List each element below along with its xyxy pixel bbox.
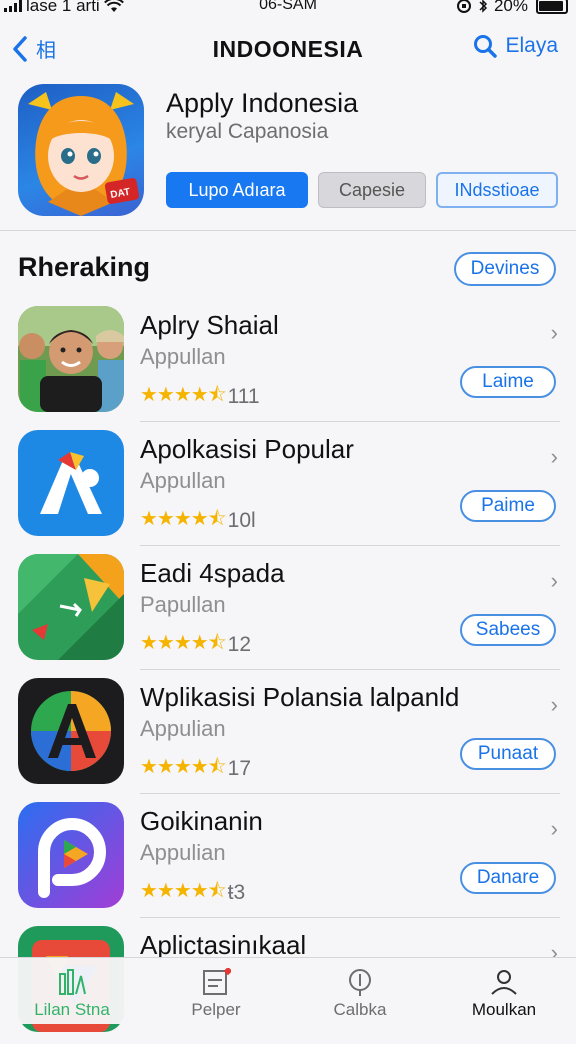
- get-button[interactable]: Sabees: [460, 614, 556, 646]
- lock-rotation-icon: [456, 0, 471, 13]
- list-item[interactable]: Goikinanin Appulian ★★★★⯪ ŧ3 › Danare: [0, 796, 576, 920]
- star-rating-icon: ★★★★⯪: [140, 384, 227, 406]
- app-developer: Appullan: [140, 468, 226, 493]
- tab-explore[interactable]: Calbka: [288, 958, 432, 1024]
- app-name: Wplikasisi Polansia lalpanld: [140, 682, 460, 712]
- featured-app-subtitle: keryal Capanosia: [166, 120, 329, 143]
- see-all-button[interactable]: Devines: [454, 252, 556, 286]
- app-name: Goikinanin: [140, 806, 263, 836]
- star-rating-icon: ★★★★⯪: [140, 508, 227, 530]
- star-rating-icon: ★★★★⯪: [140, 756, 227, 778]
- get-button[interactable]: Laime: [460, 366, 556, 398]
- secondary-action-button[interactable]: Capesie: [318, 172, 426, 208]
- star-rating-icon: ★★★★⯪: [140, 632, 227, 654]
- app-name: Apolkasisi Popular: [140, 434, 354, 464]
- bluetooth-icon: [479, 0, 488, 13]
- tab-label: Moulkan: [471, 1000, 537, 1019]
- list-item[interactable]: Aplry Shaial Appullan ★★★★⯪ 111 › Laime: [0, 300, 576, 424]
- play-p-icon: [18, 802, 124, 908]
- tab-helper[interactable]: Pelper: [144, 958, 288, 1024]
- search-button[interactable]: Elaya: [473, 34, 558, 58]
- get-button[interactable]: Punaat: [460, 738, 556, 770]
- rating-count: ŧ3: [227, 881, 246, 904]
- app-developer: Papullan: [140, 592, 226, 617]
- status-bar: lase 1 arti 06-SAM 20%: [0, 0, 576, 22]
- app-developer: Appullan: [140, 344, 226, 369]
- rating-count: 17: [227, 757, 252, 780]
- profile-icon: [491, 970, 517, 995]
- rating-count: 111: [227, 385, 260, 408]
- app-rating: ★★★★⯪ ŧ3: [140, 876, 245, 910]
- chevron-right-icon: ›: [550, 692, 558, 717]
- bars-icon: [59, 969, 86, 995]
- rating-count: 10l: [227, 509, 256, 532]
- app-name: Aplry Shaial: [140, 310, 279, 340]
- chevron-right-icon: ›: [550, 816, 558, 841]
- primary-action-button[interactable]: Lupo Adıara: [166, 172, 308, 208]
- list-item[interactable]: Apolkasisi Popular Appullan ★★★★⯪ 10l › P…: [0, 424, 576, 548]
- green-arrow-icon: [18, 554, 124, 660]
- app-rating: ★★★★⯪ 111: [140, 380, 260, 414]
- ranking-section-header: Rheraking Devines: [0, 248, 576, 292]
- featured-app-header: DAT Apply Indonesia keryal Capanosia Lup…: [0, 84, 576, 230]
- tab-home[interactable]: Lilan Stna: [0, 958, 144, 1024]
- compass-icon: [349, 969, 371, 996]
- tertiary-action-button[interactable]: INdsstioae: [436, 172, 558, 208]
- tab-label: Lilan Stna: [34, 1000, 110, 1019]
- navigation-bar: 相 INDOONESIA Elaya: [0, 24, 576, 74]
- featured-app-title: Apply Indonesia: [166, 88, 359, 118]
- app-rating: ★★★★⯪ 17: [140, 752, 251, 786]
- girl-character-icon: DAT: [28, 92, 140, 216]
- list-item[interactable]: Eadi 4spada Papullan ★★★★⯪ 12 › Sabees: [0, 548, 576, 672]
- get-button[interactable]: Paime: [460, 490, 556, 522]
- gradient-a-icon: [18, 678, 124, 784]
- chevron-right-icon: ›: [550, 444, 558, 469]
- battery-icon: [536, 0, 568, 14]
- divider: [140, 793, 560, 794]
- divider: [140, 669, 560, 670]
- divider: [140, 421, 560, 422]
- app-developer: Appulian: [140, 840, 226, 865]
- colorful-a-logo-icon: [18, 430, 124, 536]
- search-icon: [474, 35, 498, 58]
- divider: [140, 545, 560, 546]
- battery-percent: 20%: [493, 0, 528, 15]
- app-developer: Appulian: [140, 716, 226, 741]
- section-title: Rheraking: [18, 252, 151, 282]
- app-rating: ★★★★⯪ 12: [140, 628, 251, 662]
- search-label: Elaya: [505, 34, 558, 57]
- tab-label: Calbka: [333, 1000, 387, 1019]
- chevron-right-icon: ›: [550, 568, 558, 593]
- list-item[interactable]: Wplikasisi Polansia lalpanld Appulian ★★…: [0, 672, 576, 796]
- featured-actions: Lupo Adıara Capesie INdsstioae: [166, 172, 558, 208]
- divider: [0, 230, 576, 231]
- star-rating-icon: ★★★★⯪: [140, 880, 227, 902]
- rating-count: 12: [227, 633, 252, 656]
- tab-profile[interactable]: Moulkan: [432, 958, 576, 1024]
- app-name: Eadi 4spada: [140, 558, 285, 588]
- tab-bar: Lilan Stna Pelper Calbka Moulkan: [0, 957, 576, 1024]
- app-rating: ★★★★⯪ 10l: [140, 504, 256, 538]
- chevron-right-icon: ›: [550, 320, 558, 345]
- tab-label: Pelper: [191, 1000, 241, 1019]
- get-button[interactable]: Danare: [460, 862, 556, 894]
- divider: [140, 917, 560, 918]
- featured-app-icon[interactable]: DAT: [18, 84, 144, 216]
- document-icon: [203, 968, 231, 995]
- app-list: Aplry Shaial Appullan ★★★★⯪ 111 › Laime A…: [0, 300, 576, 1044]
- kids-photo-icon: [18, 306, 124, 412]
